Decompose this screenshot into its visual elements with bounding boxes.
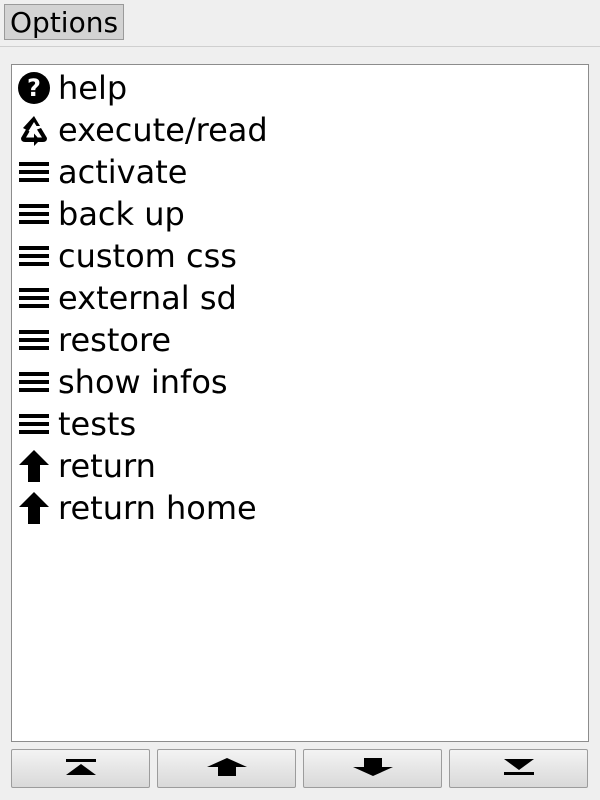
menu-item-show-infos[interactable]: show infos xyxy=(16,361,268,403)
menu-item-label: show infos xyxy=(58,363,228,401)
menu-item-label: external sd xyxy=(58,279,237,317)
menu-item-label: return xyxy=(58,447,156,485)
menu-item-label: help xyxy=(58,69,128,107)
menu-item-label: return home xyxy=(58,489,257,527)
menu-item-back-up[interactable]: back up xyxy=(16,193,268,235)
menu-item-return[interactable]: return xyxy=(16,445,268,487)
menu-item-execute-read[interactable]: execute/read xyxy=(16,109,268,151)
menu-item-help[interactable]: ? help xyxy=(16,67,268,109)
scroll-to-bottom-button[interactable] xyxy=(449,749,588,788)
menu-list-panel: ? help execute/read activate back up cus… xyxy=(11,64,589,742)
hamburger-menu-icon xyxy=(16,364,52,400)
hamburger-menu-icon xyxy=(16,280,52,316)
hamburger-menu-icon xyxy=(16,322,52,358)
menu-item-label: tests xyxy=(58,405,137,443)
page-down-button[interactable] xyxy=(303,749,442,788)
arrow-up-icon xyxy=(16,490,52,526)
menu-item-label: activate xyxy=(58,153,188,191)
hamburger-menu-icon xyxy=(16,154,52,190)
navigation-bar xyxy=(0,744,600,800)
top-bar: Options xyxy=(0,0,600,47)
page-up-icon xyxy=(206,757,248,780)
svg-text:?: ? xyxy=(27,74,41,102)
menu-item-custom-css[interactable]: custom css xyxy=(16,235,268,277)
arrow-up-icon xyxy=(16,448,52,484)
menu-item-label: custom css xyxy=(58,237,237,275)
question-circle-icon: ? xyxy=(16,70,52,106)
hamburger-menu-icon xyxy=(16,238,52,274)
scroll-to-top-icon xyxy=(65,758,97,779)
options-button[interactable]: Options xyxy=(4,4,125,40)
recycle-icon xyxy=(16,112,52,148)
hamburger-menu-icon xyxy=(16,406,52,442)
menu-item-label: restore xyxy=(58,321,172,359)
scroll-to-top-button[interactable] xyxy=(11,749,150,788)
menu-item-external-sd[interactable]: external sd xyxy=(16,277,268,319)
scroll-to-bottom-icon xyxy=(503,758,535,779)
menu-item-tests[interactable]: tests xyxy=(16,403,268,445)
menu-item-restore[interactable]: restore xyxy=(16,319,268,361)
page-up-button[interactable] xyxy=(157,749,296,788)
menu-item-label: execute/read xyxy=(58,111,268,149)
menu-item-label: back up xyxy=(58,195,185,233)
menu-item-return-home[interactable]: return home xyxy=(16,487,268,529)
menu-item-activate[interactable]: activate xyxy=(16,151,268,193)
hamburger-menu-icon xyxy=(16,196,52,232)
menu-list: ? help execute/read activate back up cus… xyxy=(16,67,268,529)
page-down-icon xyxy=(352,757,394,780)
